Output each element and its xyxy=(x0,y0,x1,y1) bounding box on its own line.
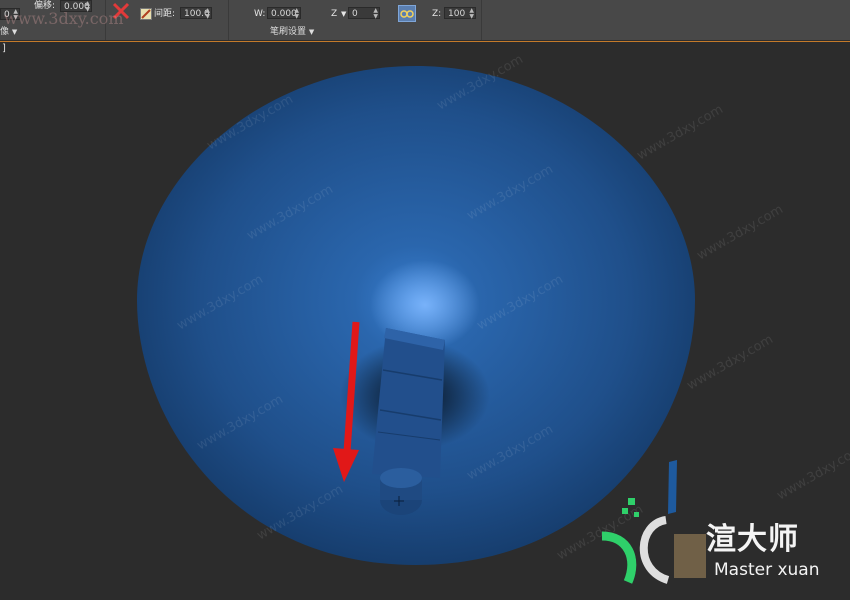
brand-name-en: Master xuan xyxy=(714,560,820,580)
z-axis-input[interactable]: 0 ▲ ▼ xyxy=(348,7,380,20)
lock-button[interactable] xyxy=(398,5,416,22)
app-window: 0 ▲ ▼ 偏移: 0.000 ▲ ▼ 间距: 100.0 ▲ ▼ W: 0.000 … xyxy=(0,0,850,600)
toolbar-divider xyxy=(481,0,482,40)
brand-watermark: 渲大师 Master xuan xyxy=(598,494,850,600)
chevron-down-icon[interactable]: ▼ xyxy=(341,8,346,20)
svg-text:www.3dxy.com: www.3dxy.com xyxy=(685,332,776,393)
spinner-arrows-icon[interactable]: ▲ ▼ xyxy=(205,8,210,20)
brand-name-cn: 渲大师 xyxy=(706,522,799,557)
spacing-icon xyxy=(140,8,152,20)
svg-text:www.3dxy.com: www.3dxy.com xyxy=(635,102,726,163)
spacing-label: 间距: xyxy=(154,9,176,19)
chevron-down-icon: ▼ xyxy=(11,28,18,36)
svg-text:www.3dxy.com: www.3dxy.com xyxy=(695,202,786,263)
w-value: 0.000 xyxy=(271,9,297,19)
spacing-input[interactable]: 100.0 ▲ ▼ xyxy=(180,7,212,20)
w-input[interactable]: 0.000 ▲ ▼ xyxy=(267,7,301,20)
brush-settings-section[interactable]: 笔刷设置 ▼ xyxy=(270,26,314,38)
w-label: W: xyxy=(254,9,266,19)
z-input[interactable]: 100 ▲ ▼ xyxy=(444,7,476,20)
z-value: 100 xyxy=(448,9,466,19)
spinner-arrows-icon[interactable]: ▲ ▼ xyxy=(469,8,474,20)
link-icon xyxy=(400,10,414,18)
z-axis-dropdown-label[interactable]: Z xyxy=(331,8,337,20)
brush-toolbar: 0 ▲ ▼ 偏移: 0.000 ▲ ▼ 间距: 100.0 ▲ ▼ W: 0.000 … xyxy=(0,0,850,41)
toolbar-divider xyxy=(228,0,229,40)
z-label: Z: xyxy=(432,9,442,19)
z-axis-value: 0 xyxy=(352,9,358,19)
chevron-down-icon: ▼ xyxy=(308,28,315,36)
spinner-arrows-icon[interactable]: ▲ ▼ xyxy=(373,8,378,20)
watermark-top-left: www.3dxy.com xyxy=(4,9,124,28)
spinner-arrows-icon[interactable]: ▲ ▼ xyxy=(294,8,299,20)
